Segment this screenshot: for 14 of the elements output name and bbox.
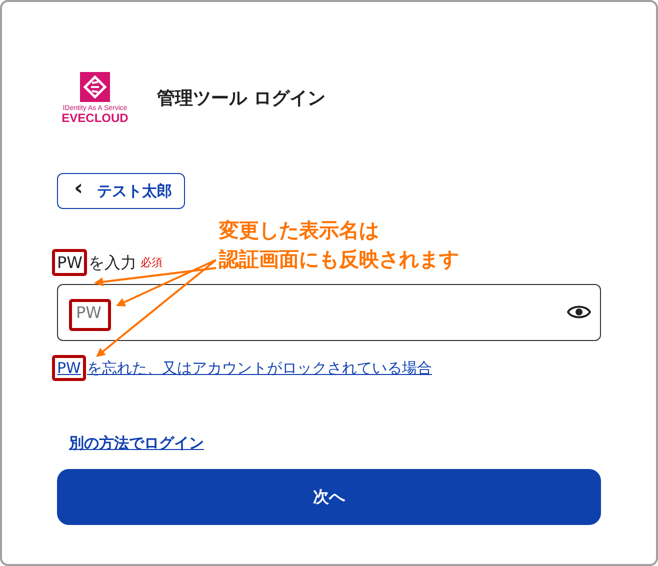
alternate-login-link[interactable]: 別の方法でログイン [69,434,204,452]
eye-icon[interactable] [567,304,591,320]
annotation-text: 変更した表示名は 認証画面にも反映されます [219,217,459,273]
page-title: 管理ツール ログイン [157,87,326,112]
logo-text: EVECLOUD [62,112,128,126]
required-mark: 必須 [140,254,162,271]
password-field[interactable]: PW [57,284,601,342]
highlighted-word: PW [52,249,88,276]
highlighted-word: PW [52,355,86,382]
logo-icon [80,72,110,102]
highlight-frame [69,298,111,331]
next-button[interactable]: 次へ [57,469,601,526]
back-button[interactable]: ‹ テスト太郎 [57,173,186,210]
field-label: を入力 [88,252,136,274]
